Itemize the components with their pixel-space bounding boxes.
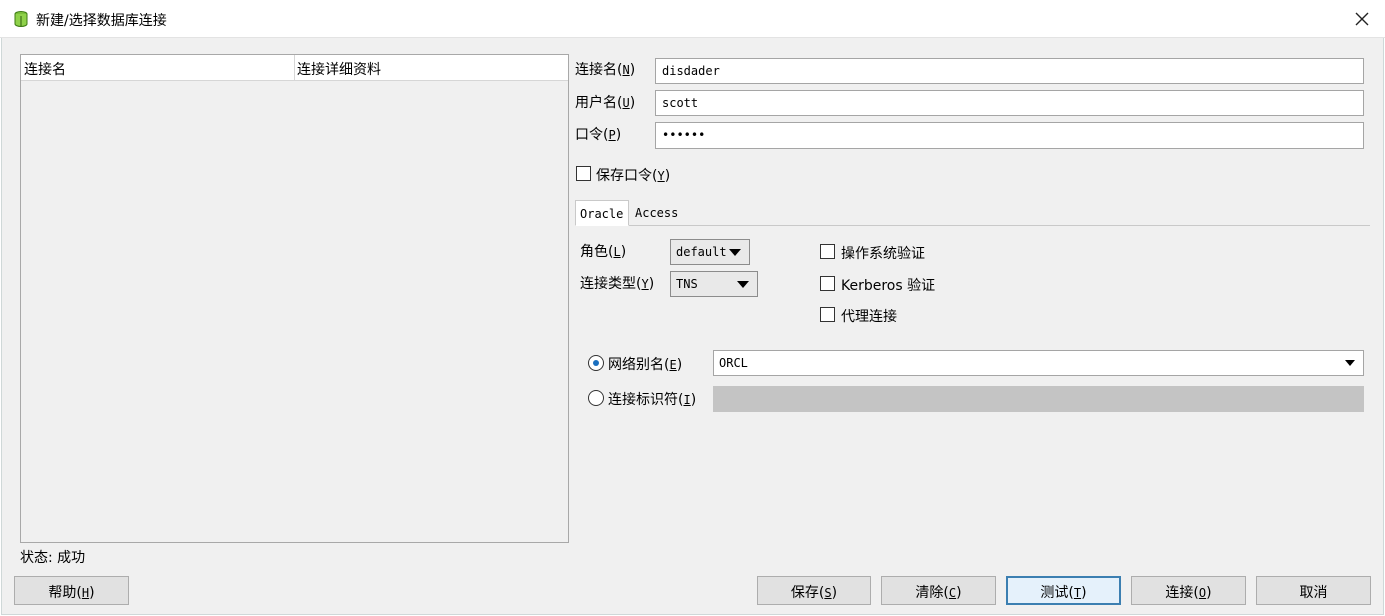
column-header-details[interactable]: 连接详细资料: [297, 59, 381, 79]
connect-button[interactable]: 连接(O): [1131, 576, 1246, 605]
clear-button[interactable]: 清除(C): [881, 576, 996, 605]
save-button[interactable]: 保存(S): [757, 576, 871, 605]
column-divider[interactable]: [294, 55, 295, 81]
conn-id-label[interactable]: 连接标识符(I): [608, 389, 696, 409]
role-label: 角色(L): [580, 244, 627, 260]
kerberos-checkbox[interactable]: [820, 276, 835, 291]
conn-name-input[interactable]: disdader: [655, 58, 1364, 84]
conn-id-radio[interactable]: [588, 390, 604, 406]
tab-access[interactable]: Access: [631, 200, 682, 226]
kerberos-label[interactable]: Kerberos 验证: [841, 275, 935, 295]
chevron-down-icon: [737, 281, 749, 288]
test-button[interactable]: 测试(T): [1006, 576, 1121, 605]
window-title: 新建/选择数据库连接: [36, 13, 167, 29]
status-text: 状态: 成功: [20, 550, 86, 566]
title-bar: 新建/选择数据库连接: [0, 0, 1385, 38]
cancel-button[interactable]: 取消: [1256, 576, 1371, 605]
conn-name-label: 连接名(N): [575, 62, 636, 78]
connection-list[interactable]: 连接名 连接详细资料: [20, 54, 569, 543]
save-password-label[interactable]: 保存口令(Y): [596, 165, 670, 185]
net-alias-combo[interactable]: ORCL: [713, 350, 1364, 376]
password-input[interactable]: ••••••: [655, 122, 1364, 149]
close-icon[interactable]: [1349, 6, 1375, 32]
os-auth-checkbox[interactable]: [820, 244, 835, 259]
net-alias-label[interactable]: 网络别名(E): [608, 354, 682, 374]
net-alias-radio[interactable]: [588, 355, 604, 371]
connection-list-header: 连接名 连接详细资料: [21, 55, 568, 81]
database-icon: [14, 11, 28, 27]
conn-id-input: [713, 386, 1364, 412]
tab-oracle[interactable]: Oracle: [575, 200, 629, 226]
save-password-checkbox[interactable]: [576, 166, 591, 181]
tab-strip-line: [628, 225, 1370, 226]
proxy-checkbox[interactable]: [820, 307, 835, 322]
column-header-name[interactable]: 连接名: [24, 59, 66, 79]
username-label: 用户名(U): [575, 95, 636, 111]
password-label: 口令(P): [575, 127, 622, 143]
conn-type-label: 连接类型(Y): [580, 276, 655, 292]
chevron-down-icon: [729, 249, 741, 256]
username-input[interactable]: scott: [655, 90, 1364, 116]
conn-type-select[interactable]: TNS: [670, 271, 758, 297]
chevron-down-icon: [1345, 360, 1355, 366]
help-button[interactable]: 帮助(H): [14, 576, 129, 605]
role-select[interactable]: default: [670, 239, 750, 265]
proxy-label[interactable]: 代理连接: [841, 306, 897, 326]
os-auth-label[interactable]: 操作系统验证: [841, 243, 925, 263]
